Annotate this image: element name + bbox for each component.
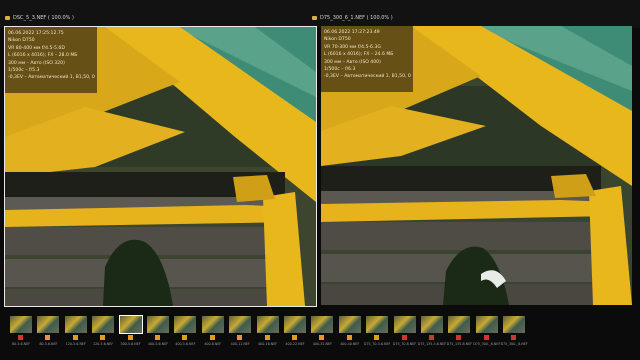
exif-focal-iso: 300 мм – Авто (ISO 400) (324, 59, 381, 65)
exif-lens: VR 70-300 мм f/4.5-6.3G (324, 44, 381, 50)
filmstrip-thumb[interactable]: 120-5.6.NEF (92, 316, 115, 346)
filmstrip-thumb[interactable]: D75_135-8.NEF (447, 316, 472, 346)
file-icon (312, 15, 317, 20)
left-filename: DSC_5_3.NEF ( 100.0% ) (5, 15, 74, 21)
thumb-image (503, 316, 526, 333)
rating-mark-icon (511, 335, 517, 340)
thumb-image (475, 316, 498, 333)
top-bar: DSC_5_3.NEF ( 100.0% ) D75_300_6_1.NEF (… (0, 0, 640, 28)
filmstrip-thumb[interactable]: 300-5.6.NEF (118, 315, 143, 346)
thumb-image (37, 316, 60, 333)
left-exif-overlay: 06.06.2022 17:25:12.75 Nikon D750 VR 80-… (5, 27, 97, 93)
rating-mark-icon (346, 335, 352, 340)
thumb-label: D75_300-_8.NEF (500, 342, 528, 346)
file-icon (5, 15, 10, 20)
thumb-image (147, 316, 169, 333)
filmstrip-thumb[interactable]: D75_300-_8.NEF (501, 316, 528, 346)
filmstrip-thumb[interactable]: D75_300-_6.NEF (473, 316, 500, 346)
exif-datetime: 06.06.2022 17:25:12.75 (8, 31, 64, 36)
rating-mark-icon (45, 335, 51, 340)
rating-mark-icon (429, 335, 434, 340)
filmstrip-thumb[interactable]: 400-11.NEF (229, 316, 252, 346)
filmstrip-thumb[interactable]: D75_135-5.6.NEF (418, 316, 446, 346)
filmstrip-thumb[interactable]: 400-5.6.NEF (174, 316, 197, 346)
thumb-image (256, 316, 279, 333)
filmstrip-thumb[interactable]: 80-5.6.NEF (37, 316, 60, 346)
thumb-image (10, 316, 32, 333)
thumb-image (174, 316, 197, 333)
rating-mark-icon (127, 335, 133, 340)
exif-shutter-aperture: 1/500с – f/6.3 (324, 67, 356, 73)
exif-lens: VR 80-400 мм f/4.5-5.6D (8, 45, 65, 51)
rating-mark-icon (182, 335, 188, 340)
exif-shutter-aperture: 1/500с – f/5.3 (8, 68, 40, 74)
filmstrip: 80-5.6.NEF 80-5.6.NEF 120-5.6.NEF 120-5.6.N… (0, 308, 640, 360)
thumb-image (448, 316, 471, 333)
exif-focal-iso: 300 мм – Авто (ISO 320) (8, 60, 65, 66)
thumb-image (311, 316, 334, 333)
rating-mark-icon (456, 335, 462, 340)
rating-mark-icon (209, 335, 215, 340)
filmstrip-thumb[interactable]: 400-22.NEF (284, 316, 306, 346)
exif-camera: Nikon D750 (324, 37, 351, 43)
filmstrip-thumb[interactable]: 400-40.NEF (338, 316, 361, 346)
filmstrip-thumb[interactable]: D75_70-8.NEF (393, 316, 416, 346)
exif-exposure: -0,3EV – Автоматический 1, B1,50, 0 (324, 74, 411, 80)
thumb-image (366, 316, 389, 333)
filmstrip-thumb[interactable]: 400-5.6.NEF (147, 316, 169, 346)
left-image-pane[interactable]: 06.06.2022 17:25:12.75 Nikon D750 VR 80-… (4, 26, 317, 307)
thumb-image (229, 316, 252, 333)
right-filename-label: D75_300_6_1.NEF ( 100.0% ) (320, 15, 393, 21)
thumb-image (421, 316, 443, 333)
exif-camera: Nikon D750 (8, 38, 35, 44)
rating-mark-icon (72, 335, 78, 340)
rating-mark-icon (18, 335, 23, 340)
exif-size: L (6016 x 4016); FX – 28.0 МБ (8, 53, 78, 59)
filmstrip-thumb[interactable]: D75_70-5.6.NEF (364, 316, 390, 346)
exif-size: L (6016 x 4016); FX – 24.6 МБ (324, 52, 394, 58)
filmstrip-thumb[interactable]: 400-32.NEF (311, 316, 334, 346)
rating-mark-icon (374, 335, 380, 340)
filmstrip-thumb[interactable]: 400-8.NEF (201, 316, 224, 346)
rating-mark-icon (319, 335, 325, 340)
thumb-image (338, 316, 361, 333)
left-filename-label: DSC_5_3.NEF ( 100.0% ) (13, 15, 74, 21)
right-filename: D75_300_6_1.NEF ( 100.0% ) (312, 15, 393, 21)
rating-mark-icon (155, 335, 160, 340)
filmstrip-thumb[interactable]: 400-16.NEF (256, 316, 279, 346)
thumb-image (284, 316, 306, 333)
thumb-image (64, 316, 87, 333)
filmstrip-thumb[interactable]: 80-5.6.NEF (10, 316, 32, 346)
right-image-pane[interactable]: 06.06.2022 17:27:23.49 Nikon D750 VR 70-… (321, 26, 632, 305)
rating-mark-icon (401, 335, 407, 340)
rating-mark-icon (100, 335, 106, 340)
thumb-image (201, 316, 224, 333)
rating-mark-icon (237, 335, 243, 340)
right-exif-overlay: 06.06.2022 17:27:23.49 Nikon D750 VR 70-… (321, 26, 413, 92)
thumb-image (393, 316, 416, 333)
rating-mark-icon (292, 335, 297, 340)
rating-mark-icon (483, 335, 489, 340)
thumb-image (92, 316, 115, 333)
thumb-image (118, 315, 143, 334)
rating-mark-icon (264, 335, 270, 340)
exif-datetime: 06.06.2022 17:27:23.49 (324, 30, 380, 35)
filmstrip-thumb[interactable]: 120-5.6.NEF (64, 316, 87, 346)
exif-exposure: -0,3EV – Автоматический 1, B1,50, 0 (8, 75, 95, 81)
